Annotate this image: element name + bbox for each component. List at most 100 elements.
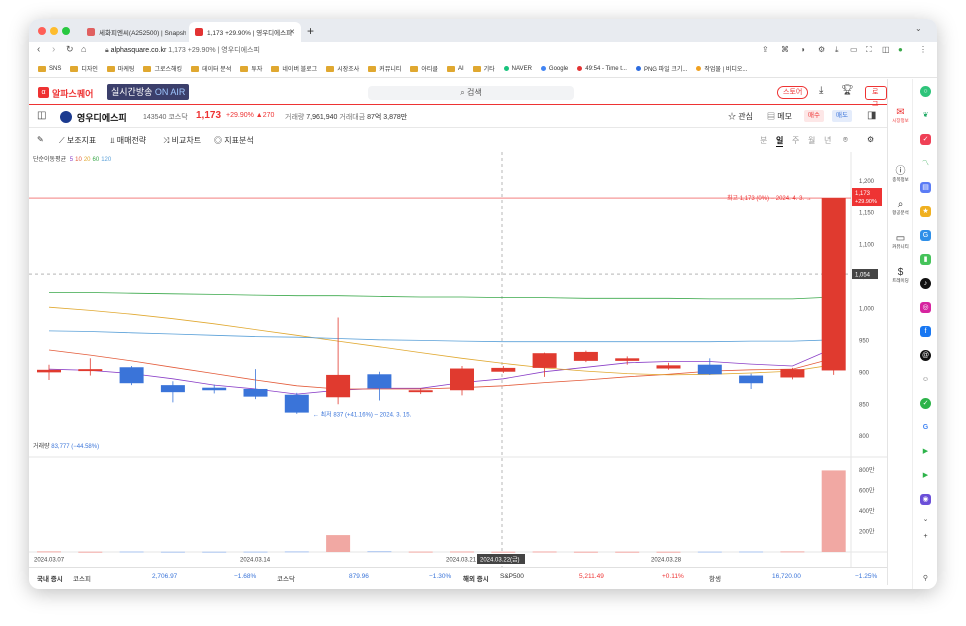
menu-icon[interactable]: ⋮ — [919, 45, 927, 54]
minimize-window-button[interactable] — [50, 27, 58, 35]
bookmark-item[interactable]: 그로스해킹 — [143, 64, 182, 73]
indicator-button[interactable]: ⟋ 보조지표 — [59, 135, 96, 146]
profile-icon[interactable]: ● — [898, 45, 903, 54]
hangseng-label[interactable]: 항셍 — [709, 573, 721, 583]
sidebar-item-market[interactable]: ✉ 시장정보 — [888, 107, 913, 124]
logo-icon[interactable]: α — [38, 87, 49, 98]
extension-chart-icon[interactable]: 〽 — [920, 158, 931, 169]
login-button[interactable]: 로그인 — [865, 86, 887, 120]
address-bar[interactable]: 🔒︎ alphasquare.co.kr 1,173 +29.90% | 영우디… — [105, 45, 260, 55]
play-icon[interactable]: ▶ — [920, 446, 931, 457]
bookmark-item[interactable]: 투자 — [240, 64, 262, 73]
share-icon[interactable]: ⇪ — [762, 45, 769, 54]
extension-icon[interactable]: ◑ — [800, 45, 805, 54]
new-tab-button[interactable]: + — [307, 24, 314, 38]
chart-area[interactable]: 단순이동평균 5102060120 1,2001,1501,1001,0501,… — [29, 152, 887, 567]
facebook-icon[interactable]: f — [920, 326, 931, 337]
period-month[interactable]: 월 — [808, 135, 815, 146]
pocket-icon[interactable]: ✓ — [920, 134, 931, 145]
bookmark-item[interactable]: 네이버 블로그 — [271, 64, 317, 73]
tiktok-icon[interactable]: ♪ — [920, 278, 931, 289]
threads-icon[interactable]: @ — [920, 350, 931, 361]
bookmark-item[interactable]: 마케팅 — [106, 64, 134, 73]
extension-star-icon[interactable]: ★ — [920, 206, 931, 217]
extension-check-icon[interactable]: ✓ — [920, 398, 931, 409]
forward-icon[interactable]: › — [52, 44, 55, 55]
sp500-label[interactable]: S&P500 — [500, 573, 524, 580]
extension-face-icon[interactable]: ☺ — [920, 374, 931, 385]
sidebar-toggle-icon[interactable]: ◫ — [882, 45, 890, 54]
period-day[interactable]: 일 — [776, 135, 784, 147]
bookmark-item[interactable]: Google — [540, 66, 568, 72]
sidebar-item-trading[interactable]: $ 트레이딩 — [888, 267, 913, 284]
draw-pen-icon[interactable]: ✎ — [37, 135, 44, 144]
sidebar-item-analysis[interactable]: ⌕ 항공분석 — [888, 199, 913, 216]
extension-bookmark-icon[interactable]: ▮ — [920, 254, 931, 265]
site-logo[interactable]: 알파스퀘어 — [52, 87, 93, 100]
buy-button[interactable]: 매수 — [804, 110, 824, 122]
period-year[interactable]: 년 — [824, 135, 831, 146]
close-tab-icon[interactable]: ✕ — [289, 28, 295, 36]
extension-blue-icon[interactable]: ▤ — [920, 182, 931, 193]
maximize-window-button[interactable] — [62, 27, 70, 35]
store-button[interactable]: 스토어 — [777, 86, 809, 99]
tab-search-icon[interactable]: ⌄ — [915, 24, 922, 33]
price-chart[interactable]: 1,2001,1501,1001,0501,000950900850800800… — [29, 152, 887, 567]
tab-active[interactable]: 1,173 +29.90% | 영우디에스피 ✕ — [189, 22, 301, 42]
screenshot-icon[interactable]: ⛶ — [866, 45, 872, 55]
extension-leaf-icon[interactable]: ❦ — [920, 110, 931, 121]
close-window-button[interactable] — [38, 27, 46, 35]
camera-icon[interactable]: ⌾ — [843, 135, 848, 145]
bookmark-item[interactable]: 디자인 — [70, 64, 98, 73]
panel-toggle-icon[interactable]: ◫ — [37, 110, 46, 121]
cast-icon[interactable]: ▭ — [850, 45, 858, 54]
layout-icon[interactable]: ◨ — [867, 110, 876, 121]
trophy-icon[interactable]: 🏆︎ — [841, 85, 854, 96]
onair-banner[interactable]: 실시간방송 ON AIR — [107, 84, 190, 100]
home-icon[interactable]: ⌂ — [81, 44, 86, 54]
translate-icon[interactable]: ⌘ — [781, 45, 789, 54]
bookmark-item[interactable]: 아티클 — [410, 64, 438, 73]
back-icon[interactable]: ‹ — [37, 44, 40, 55]
bookmark-item[interactable]: 49:54 - Time t... — [577, 66, 627, 72]
instagram-icon[interactable]: ◎ — [920, 302, 931, 313]
extension-purple-icon[interactable]: ◉ — [920, 494, 931, 505]
strategy-button[interactable]: ⫫ 매매전략 — [110, 135, 146, 146]
period-week[interactable]: 주 — [792, 135, 799, 146]
add-extension-icon[interactable]: + — [920, 531, 931, 542]
memo-button[interactable]: ▤ 메모 — [767, 111, 792, 122]
kospi-label[interactable]: 코스피 — [73, 573, 91, 583]
bookmark-item[interactable]: 커뮤니티 — [368, 64, 401, 73]
play-alt-icon[interactable]: ▶ — [920, 470, 931, 481]
pin-icon[interactable]: ⚲ — [920, 573, 931, 584]
bookmark-item[interactable]: SNS — [38, 65, 61, 72]
download-icon[interactable]: ⤓ — [835, 45, 839, 55]
compare-button[interactable]: ⤨ 비교차트 — [163, 135, 201, 146]
bookmark-item[interactable]: 작업물 | 비디오... — [696, 64, 747, 73]
sidebar-item-community[interactable]: ▭ 커뮤니티 — [888, 233, 913, 250]
bookmark-item[interactable]: NAVER — [503, 66, 532, 72]
watch-button[interactable]: ☆ 관심 — [728, 111, 753, 122]
bookmark-item[interactable]: AI — [446, 65, 464, 72]
reload-icon[interactable]: ↻ — [66, 44, 74, 55]
kosdaq-label[interactable]: 코스닥 — [277, 573, 295, 583]
sidebar-item-stock[interactable]: ⓘ 종목정보 — [888, 166, 913, 183]
google-icon[interactable]: G — [920, 422, 931, 433]
kospi-value: 2,706.97 — [152, 573, 178, 580]
extension-cal-icon[interactable]: G — [920, 230, 931, 241]
browser-extension-bar: ○ ❦ ✓ 〽 ▤ ★ G ▮ ♪ ◎ f @ ☺ ✓ G ▶ ▶ ◉ ⌄ + … — [912, 79, 937, 589]
bookmark-item[interactable]: 기타 — [472, 64, 495, 73]
bookmark-item[interactable]: PNG 파일 크기... — [635, 64, 687, 73]
bookmark-item[interactable]: 시장조사 — [326, 64, 359, 73]
settings-icon[interactable]: ⚙︎ — [818, 45, 825, 54]
extension-green-icon[interactable]: ○ — [920, 86, 931, 97]
search-input[interactable]: ⌕ 검색 — [368, 86, 574, 100]
analysis-button[interactable]: ◎ 지표분석 — [214, 135, 254, 146]
period-minute[interactable]: 분 — [760, 135, 767, 146]
tab-snapshot[interactable]: 세화피엔씨(A252500) | Snapsho — [81, 22, 186, 42]
sell-button[interactable]: 매도 — [832, 110, 852, 122]
chart-settings-icon[interactable]: ⚙︎ — [867, 135, 874, 144]
more-extensions-icon[interactable]: ⌄ — [920, 514, 931, 525]
bookmark-item[interactable]: 데이터 분석 — [191, 64, 231, 73]
download-app-icon[interactable]: ⤓ — [819, 85, 823, 96]
